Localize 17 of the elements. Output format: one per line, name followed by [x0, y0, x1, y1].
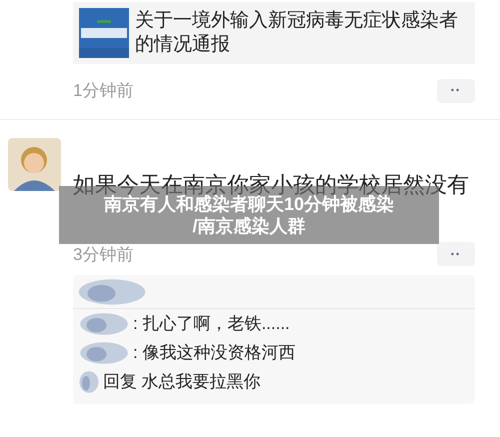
redaction-smudge-icon [79, 340, 129, 364]
comment-text: 回复 水总我要拉黑你 [103, 370, 261, 393]
post-text: 如果今天在南京你家小孩的学校居然没有 [73, 172, 470, 196]
comment-text: : 像我这种没资格河西 [133, 342, 296, 364]
post-time: 3分钟前 [73, 244, 134, 266]
avatar[interactable] [8, 138, 61, 190]
redaction-smudge-icon [79, 370, 99, 394]
link-title: 关于一境外输入新冠病毒无症状感染者的情况通报 [135, 9, 459, 57]
redaction-smudge-icon [77, 278, 147, 306]
redaction-smudge-icon [79, 312, 129, 336]
link-card[interactable]: 关于一境外输入新冠病毒无症状感染者的情况通报 [73, 2, 475, 64]
comment-text: : 扎心了啊，老铁...... [133, 312, 290, 335]
post-time: 1分钟前 [73, 80, 134, 102]
more-button[interactable]: •• [437, 242, 475, 266]
caption-text: 南京有人和感染者聊天10分钟被感染 [104, 194, 394, 215]
more-button[interactable]: •• [437, 78, 475, 103]
caption-text: /南京感染人群 [192, 215, 306, 237]
